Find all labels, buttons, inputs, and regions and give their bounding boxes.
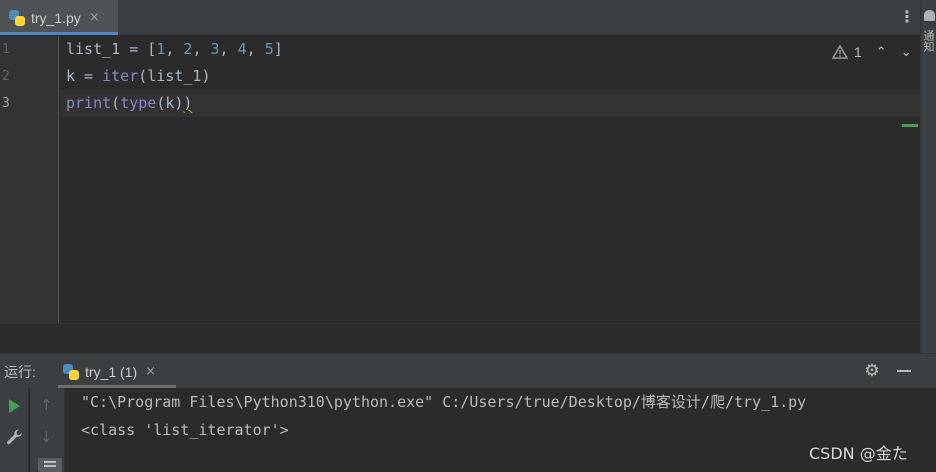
scroll-up-arrow-icon[interactable]: ↑ [40,396,53,414]
editor-tab-bar: try_1.py × ⋮ [0,0,936,35]
warning-squiggle-text: ) [183,94,193,112]
number-literal: 5 [264,40,274,58]
rerun-play-icon[interactable] [9,399,20,413]
previous-highlight-icon[interactable]: ⌃ [876,44,887,60]
warning-count: 1 [854,44,862,60]
active-tab-indicator [0,32,118,35]
line-number-current: 3 [2,96,10,111]
gear-icon[interactable]: ⚙ [863,362,881,380]
watermark: CSDN @金た [809,444,908,463]
code-text: (list_1) [138,67,211,85]
code-text: list_1 = [ [66,40,157,58]
number-literal: 1 [156,40,166,58]
minimize-icon[interactable] [897,370,911,372]
run-toolbar-primary [0,388,29,472]
number-literal: 4 [237,40,247,58]
python-run-icon [63,363,79,380]
console-line: <class 'list_iterator'> [81,421,289,439]
notifications-bell-icon[interactable] [924,10,935,21]
more-options-icon[interactable]: ⋮ [898,6,916,28]
code-text: , [192,40,211,58]
code-text: k = [66,67,103,85]
warning-icon [832,45,848,59]
run-window-title: 运行: [4,364,36,380]
code-line-1[interactable]: list_1 = [1, 2, 3, 4, 5] [66,36,283,63]
close-run-tab-icon[interactable]: × [145,364,156,379]
python-file-icon [9,9,25,26]
right-tool-strip: 通知 [920,0,936,388]
builtin-function: iter [102,67,139,85]
code-text: , [246,40,265,58]
scroll-down-arrow-icon[interactable]: ↓ [40,428,53,446]
console-output[interactable]: "C:\Program Files\Python310\python.exe" … [66,388,936,472]
run-tab-try-1[interactable]: try_1 (1) × [54,354,178,389]
next-highlight-icon[interactable]: ⌄ [901,44,912,60]
editor-tab-label: try_1.py [31,9,81,26]
line-number-gutter: 1 2 3 [0,36,59,323]
console-line: "C:\Program Files\Python310\python.exe" … [81,393,807,411]
editor-bottom-area [0,323,920,353]
run-tool-window-header: 运行: try_1 (1) × ⚙ [0,353,936,388]
code-text: ( [111,94,121,112]
number-literal: 3 [210,40,220,58]
line-number: 1 [2,42,10,57]
code-line-3[interactable]: print(type(k)) [66,90,192,117]
soft-wrap-icon[interactable] [38,458,62,472]
scrollbar-marker [902,124,918,127]
run-toolbar-secondary: ↑ ↓ [30,388,65,472]
inspection-widget[interactable]: 1 ⌃ ⌄ [832,40,912,64]
code-text: , [165,40,184,58]
run-tab-label: try_1 (1) [85,363,138,380]
line-number: 2 [2,69,10,84]
close-tab-icon[interactable]: × [89,10,100,25]
code-text: (k) [156,94,184,112]
code-editor[interactable]: list_1 = [1, 2, 3, 4, 5] k = iter(list_1… [60,36,920,323]
code-text: , [219,40,238,58]
wrench-icon[interactable] [6,428,24,446]
builtin-function: type [120,94,157,112]
code-text: ] [273,40,283,58]
builtin-function: print [66,94,112,112]
editor-tab-try-1[interactable]: try_1.py × [0,0,118,35]
code-line-2[interactable]: k = iter(list_1) [66,63,211,90]
notifications-label[interactable]: 通知 [922,30,936,52]
